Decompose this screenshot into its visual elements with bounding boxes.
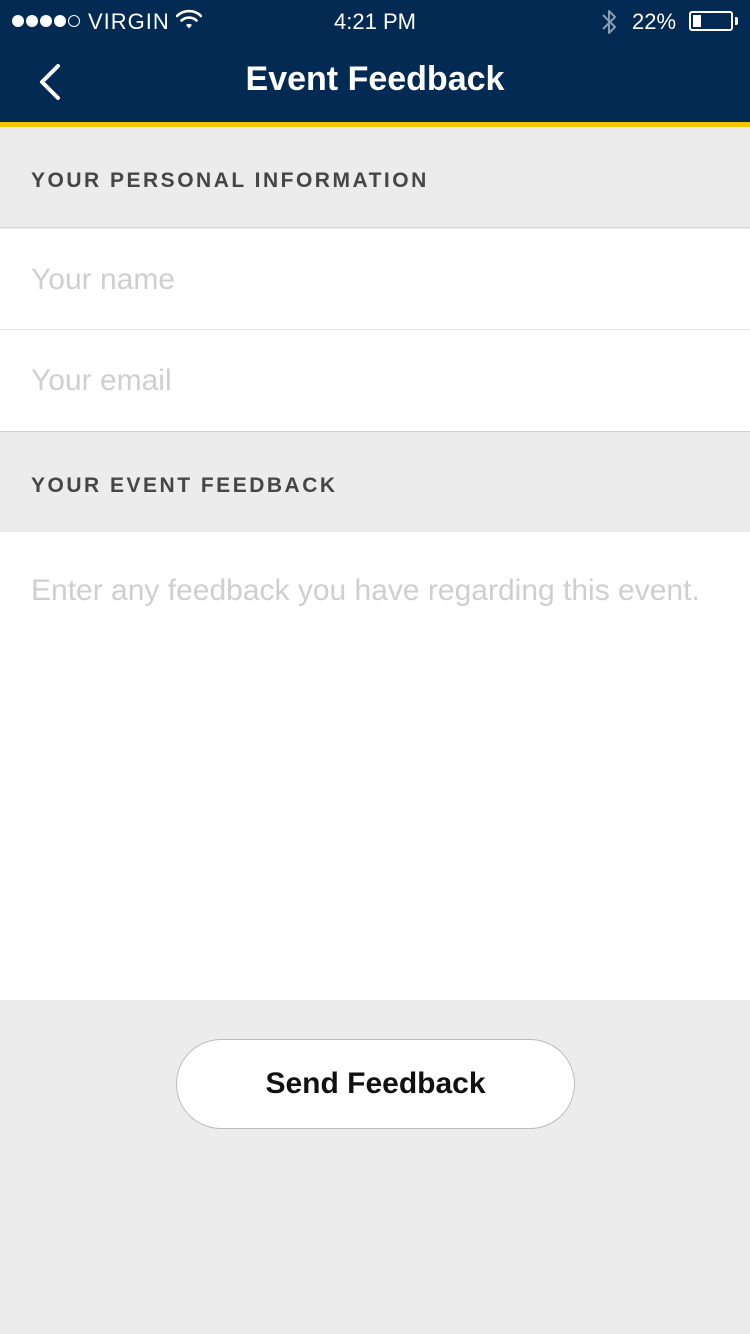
bluetooth-icon — [602, 10, 616, 34]
battery-level-fill — [693, 15, 701, 27]
personal-info-heading: YOUR PERSONAL INFORMATION — [31, 169, 429, 192]
send-feedback-button[interactable]: Send Feedback — [176, 1039, 575, 1129]
name-input[interactable] — [0, 229, 750, 330]
status-bar: VIRGIN 4:21 PM 22% — [0, 0, 750, 42]
feedback-textarea[interactable] — [0, 532, 750, 1000]
page-title: Event Feedback — [245, 60, 505, 98]
app-header: VIRGIN 4:21 PM 22% Event Feedback — [0, 0, 750, 122]
personal-info-section-header: YOUR PERSONAL INFORMATION — [0, 127, 750, 228]
battery-icon — [689, 11, 733, 31]
email-input[interactable] — [0, 330, 750, 431]
battery-percent: 22% — [632, 9, 677, 34]
name-row — [0, 229, 750, 330]
battery-nub — [735, 17, 738, 25]
event-feedback-heading: YOUR EVENT FEEDBACK — [31, 474, 338, 497]
email-row — [0, 330, 750, 431]
feedback-area — [0, 532, 750, 1000]
event-feedback-section-header: YOUR EVENT FEEDBACK — [0, 431, 750, 532]
event-feedback-screen: VIRGIN 4:21 PM 22% Event Feedback YOUR P… — [0, 0, 750, 1334]
